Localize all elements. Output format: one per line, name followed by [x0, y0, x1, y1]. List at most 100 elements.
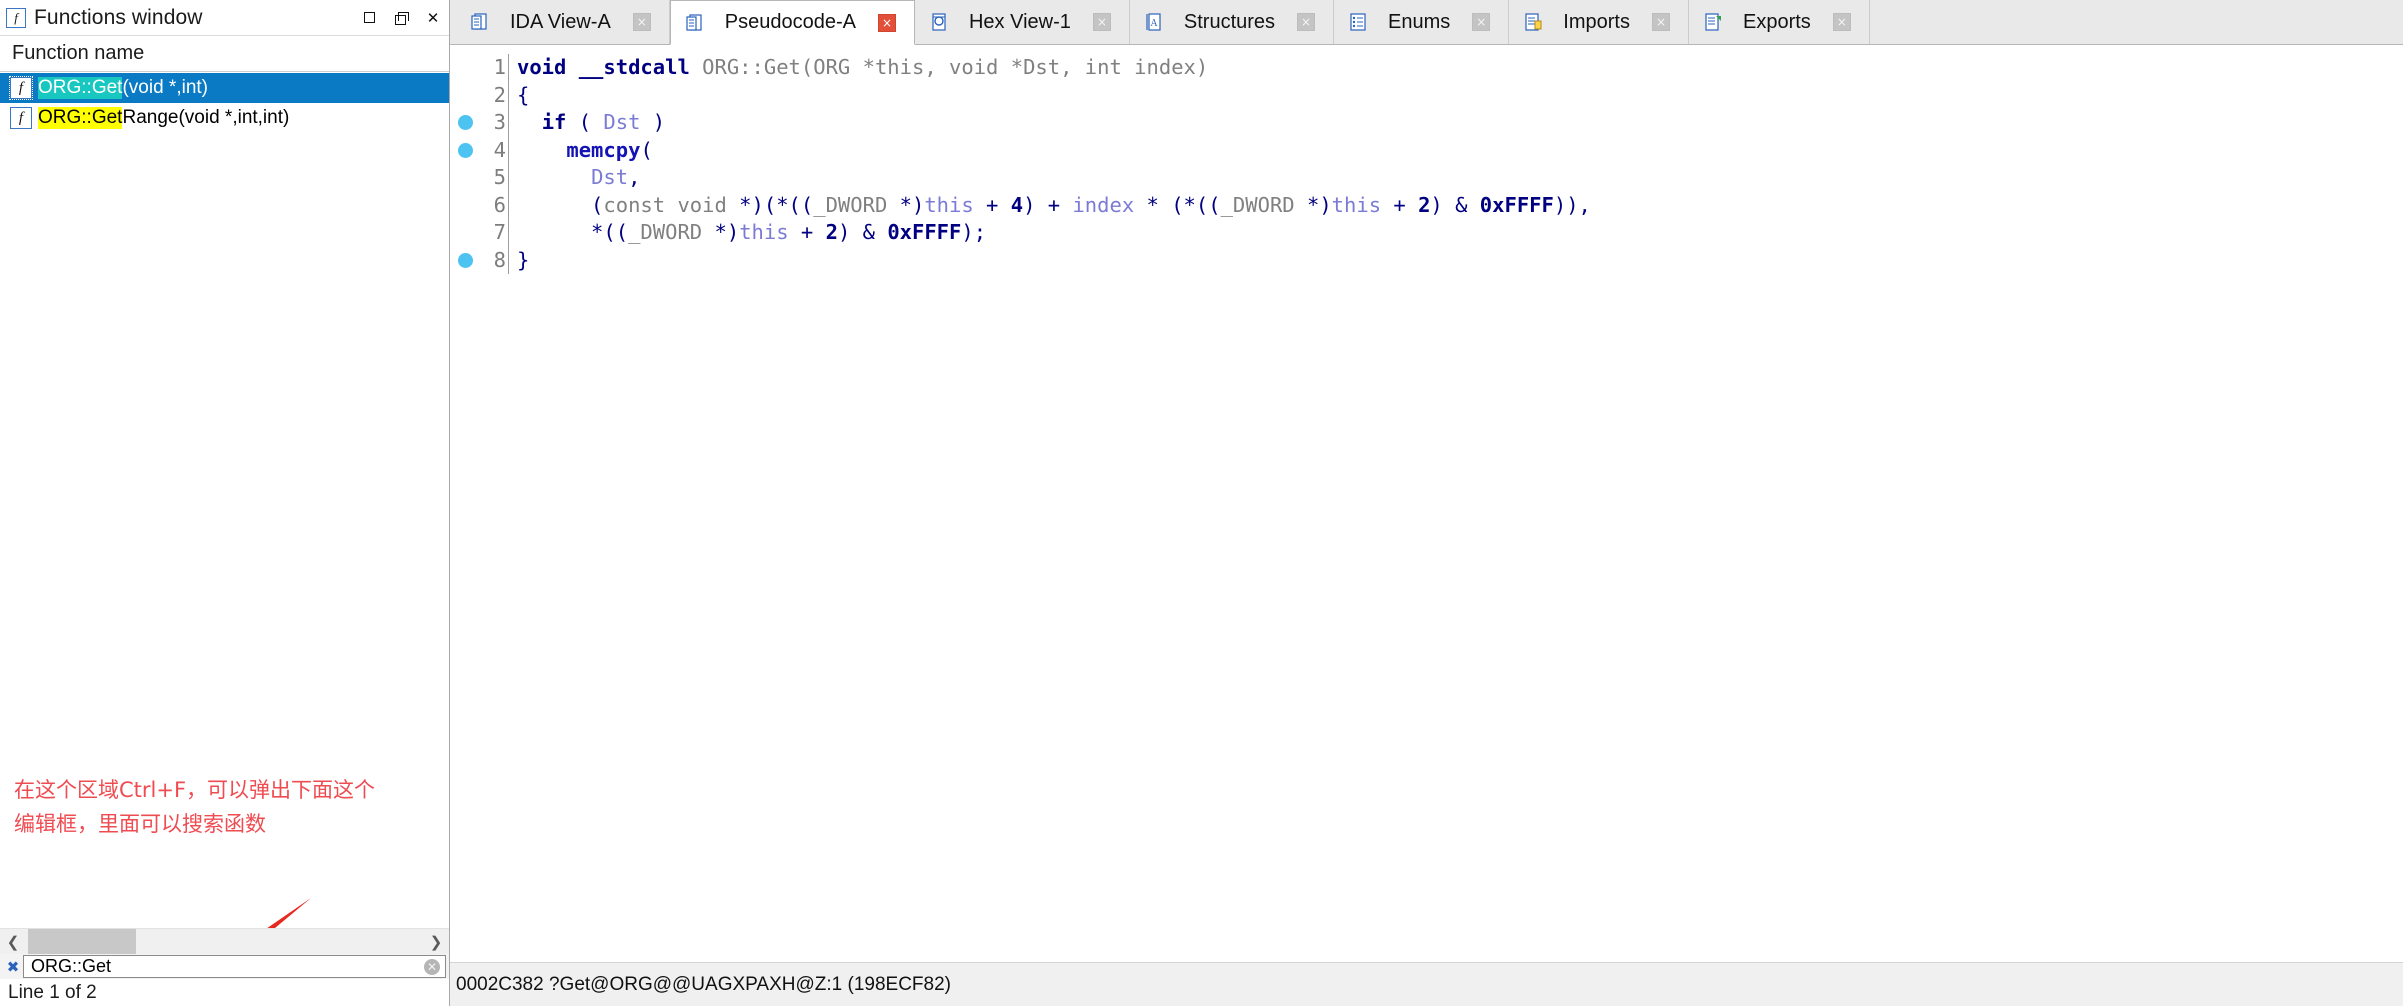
- code-text[interactable]: Dst,: [517, 164, 2403, 192]
- code-token[interactable]: const void: [603, 193, 739, 217]
- breakpoint-dot-icon[interactable]: [457, 252, 473, 268]
- close-icon[interactable]: ×: [1651, 13, 1670, 31]
- tab-structures[interactable]: A Structures ×: [1129, 0, 1335, 44]
- breakpoint-gutter-slot[interactable]: [450, 54, 480, 82]
- code-token[interactable]: this: [739, 220, 788, 244]
- tab-hex-view-1[interactable]: Hex View-1 ×: [914, 0, 1130, 44]
- chevron-right-icon[interactable]: ❯: [423, 929, 449, 955]
- code-token[interactable]: ,: [628, 165, 640, 189]
- scrollbar-track[interactable]: [26, 928, 423, 955]
- code-token[interactable]: }: [517, 248, 529, 272]
- close-icon[interactable]: ✕: [417, 3, 449, 33]
- code-line[interactable]: 3 if ( Dst ): [450, 109, 2403, 137]
- list-item[interactable]: f ORG::Get (void *,int): [0, 73, 449, 103]
- code-token[interactable]: +: [1381, 193, 1418, 217]
- scrollbar-thumb[interactable]: [28, 928, 136, 955]
- tab-pseudocode-a[interactable]: Pseudocode-A ×: [669, 0, 915, 45]
- pseudocode-editor[interactable]: 1 void __stdcall ORG::Get(ORG *this, void…: [450, 46, 2403, 962]
- code-token[interactable]: *): [715, 220, 740, 244]
- code-text[interactable]: (const void *)(*((_DWORD *)this + 4) + i…: [517, 192, 2403, 220]
- code-text[interactable]: }: [517, 247, 2403, 275]
- code-text[interactable]: memcpy(: [517, 137, 2403, 165]
- maximize-icon[interactable]: [353, 3, 385, 33]
- function-name-column-header[interactable]: Function name: [0, 36, 449, 72]
- code-token[interactable]: +: [789, 220, 826, 244]
- code-token[interactable]: )),: [1554, 193, 1591, 217]
- tab-enums[interactable]: Enums ×: [1334, 0, 1510, 44]
- code-token[interactable]: (: [640, 138, 652, 162]
- code-line[interactable]: 7 *((_DWORD *)this + 2) & 0xFFFF);: [450, 219, 2403, 247]
- breakpoint-marker-icon[interactable]: [450, 137, 480, 165]
- chevron-left-icon[interactable]: ❮: [0, 929, 26, 955]
- code-token[interactable]: 2: [826, 220, 838, 244]
- close-icon[interactable]: ×: [1472, 13, 1491, 31]
- code-token[interactable]: *): [1307, 193, 1332, 217]
- code-token[interactable]: this: [1332, 193, 1381, 217]
- code-line[interactable]: 6 (const void *)(*((_DWORD *)this + 4) +…: [450, 191, 2403, 220]
- functions-list[interactable]: f ORG::Get (void *,int) f ORG::Get Range(v…: [0, 73, 449, 928]
- code-token[interactable]: index: [1072, 193, 1134, 217]
- code-token[interactable]: {: [517, 83, 529, 107]
- code-text[interactable]: {: [517, 82, 2403, 110]
- code-line[interactable]: 5 Dst,: [450, 164, 2403, 192]
- code-token[interactable]: [517, 165, 591, 189]
- code-token[interactable]: this: [924, 193, 973, 217]
- pseudocode-lines[interactable]: 1 void __stdcall ORG::Get(ORG *this, void…: [450, 46, 2403, 274]
- breakpoint-gutter-slot[interactable]: [450, 219, 480, 247]
- code-token[interactable]: Dst: [603, 110, 640, 134]
- code-line[interactable]: 8}: [450, 246, 2403, 275]
- code-text[interactable]: void __stdcall ORG::Get(ORG *this, void …: [517, 54, 2403, 82]
- code-token[interactable]: *this,: [863, 55, 949, 79]
- close-icon[interactable]: ×: [877, 13, 896, 32]
- code-token[interactable]: ORG: [813, 55, 862, 79]
- code-text[interactable]: if ( Dst ): [517, 109, 2403, 137]
- code-token[interactable]: 0xFFFF: [1480, 193, 1554, 217]
- code-line[interactable]: 1 void __stdcall ORG::Get(ORG *this, void…: [450, 54, 2403, 82]
- close-icon[interactable]: ×: [1092, 13, 1111, 31]
- breakpoint-gutter-slot[interactable]: [450, 164, 480, 192]
- code-token[interactable]: *((: [517, 220, 628, 244]
- code-token[interactable]: void: [949, 55, 1011, 79]
- breakpoint-marker-icon[interactable]: [450, 109, 480, 137]
- code-token[interactable]: _DWORD: [1221, 193, 1307, 217]
- code-token[interactable]: *Dst,: [1011, 55, 1085, 79]
- code-token[interactable]: *): [900, 193, 925, 217]
- code-line[interactable]: 2{: [450, 81, 2403, 110]
- code-token[interactable]: __stdcall: [579, 55, 702, 79]
- close-icon[interactable]: ×: [1297, 13, 1316, 31]
- code-token[interactable]: index): [1134, 55, 1208, 79]
- code-token[interactable]: 4: [1011, 193, 1023, 217]
- code-token[interactable]: ): [640, 110, 665, 134]
- close-icon[interactable]: ×: [1832, 13, 1851, 31]
- breakpoint-gutter-slot[interactable]: [450, 82, 480, 110]
- breakpoint-gutter-slot[interactable]: [450, 192, 480, 220]
- code-token[interactable]: (: [517, 193, 603, 217]
- code-token[interactable]: ORG::Get(: [702, 55, 813, 79]
- code-token[interactable]: ) +: [1023, 193, 1072, 217]
- code-token[interactable]: +: [974, 193, 1011, 217]
- code-token[interactable]: memcpy: [566, 138, 640, 162]
- code-token[interactable]: (: [566, 110, 603, 134]
- code-token[interactable]: if: [542, 110, 567, 134]
- tab-exports[interactable]: Exports ×: [1688, 0, 1870, 44]
- code-token[interactable]: _DWORD: [813, 193, 899, 217]
- code-token[interactable]: [517, 110, 542, 134]
- code-token[interactable]: ) &: [1430, 193, 1479, 217]
- tab-imports[interactable]: Imports ×: [1509, 0, 1689, 44]
- code-token[interactable]: ) &: [838, 220, 887, 244]
- code-token[interactable]: * (*((: [1134, 193, 1221, 217]
- code-token[interactable]: _DWORD: [628, 220, 714, 244]
- search-input[interactable]: ORG::Get ✕: [23, 955, 446, 978]
- clear-icon[interactable]: ✕: [424, 958, 440, 975]
- code-token[interactable]: 2: [1418, 193, 1430, 217]
- code-token[interactable]: [517, 138, 566, 162]
- code-text[interactable]: *((_DWORD *)this + 2) & 0xFFFF);: [517, 219, 2403, 247]
- list-item[interactable]: f ORG::Get Range(void *,int,int): [0, 103, 449, 133]
- restore-icon[interactable]: [385, 3, 417, 33]
- close-search-icon[interactable]: ✖: [3, 958, 23, 976]
- breakpoint-marker-icon[interactable]: [450, 247, 480, 275]
- close-icon[interactable]: ×: [632, 13, 651, 31]
- tab-ida-view-a[interactable]: IDA View-A ×: [456, 0, 670, 44]
- code-line[interactable]: 4 memcpy(: [450, 136, 2403, 165]
- code-token[interactable]: void: [517, 55, 579, 79]
